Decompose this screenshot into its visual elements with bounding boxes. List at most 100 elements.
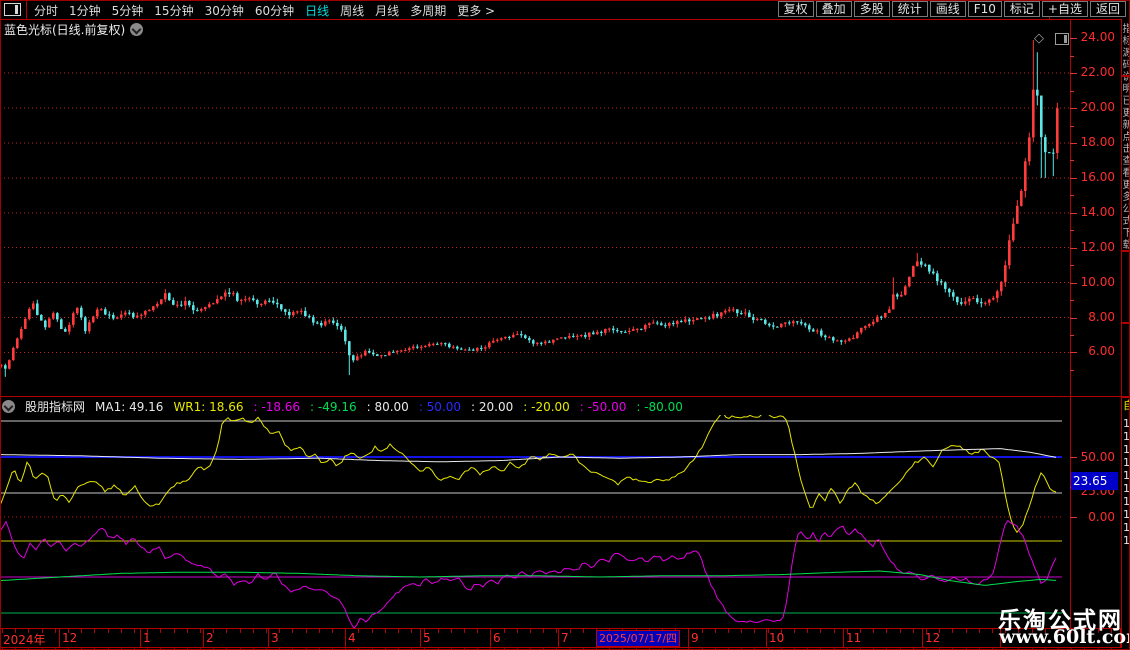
time-minor-tick (385, 629, 386, 633)
toolbar-button-3[interactable]: 统计 (892, 1, 928, 17)
time-minor-tick (913, 629, 914, 633)
time-minor-tick (992, 629, 993, 633)
price-tick (1070, 73, 1077, 74)
window-split-icon[interactable] (4, 3, 21, 16)
month-boundary (843, 629, 844, 647)
indicator-value-5: : 80.00 (367, 400, 409, 414)
toolbar-button-4[interactable]: 画线 (930, 1, 966, 17)
price-label-24.00: 24.00 (1072, 30, 1115, 44)
price-label-8.00: 8.00 (1072, 310, 1115, 324)
cursor-date-badge: 2025/07/17/四 (596, 630, 680, 647)
toolbar-button-6[interactable]: 标记 (1004, 1, 1040, 17)
time-minor-tick (174, 629, 175, 633)
time-minor-tick (253, 629, 254, 633)
period-tab-5[interactable]: 60分钟 (255, 2, 294, 19)
period-tab-10[interactable]: 更多 > (457, 2, 495, 19)
month-boundary (922, 629, 923, 647)
price-tick (1070, 318, 1077, 319)
time-minor-tick (820, 629, 821, 633)
toolbar-button-8[interactable]: 返回 (1090, 1, 1126, 17)
price-tick (1070, 283, 1077, 284)
time-axis[interactable]: 2024年1212345679101112 (0, 629, 1121, 647)
price-label-10.00: 10.00 (1072, 275, 1115, 289)
month-label-1: 1 (143, 631, 151, 645)
indicator-value-8: : -20.00 (523, 400, 570, 414)
period-tab-3[interactable]: 15分钟 (154, 2, 193, 19)
side-panel-badge: 自 (1123, 399, 1130, 412)
indicator-tick (1070, 457, 1077, 458)
price-minor-tick (1070, 91, 1074, 92)
watermark-url: www.60lt.com (999, 626, 1130, 648)
price-tick (1070, 352, 1077, 353)
time-minor-tick (966, 629, 967, 633)
period-tab-2[interactable]: 5分钟 (112, 2, 144, 19)
indicator-value-6: : 50.00 (419, 400, 461, 414)
time-minor-tick (886, 629, 887, 633)
month-boundary (420, 629, 421, 647)
time-minor-tick (794, 629, 795, 633)
time-minor-tick (55, 629, 56, 633)
side-panel-strip: 指标源码说明已更新点击查看更多公式下载 自 1 1 1 1 1 1 1 1 1 … (1121, 19, 1130, 648)
toolbar-button-1[interactable]: 叠加 (816, 1, 852, 17)
time-minor-tick (319, 629, 320, 633)
period-tab-9[interactable]: 多周期 (410, 2, 446, 19)
month-boundary (490, 629, 491, 647)
time-minor-tick (411, 629, 412, 633)
price-label-6.00: 6.00 (1072, 344, 1115, 358)
indicator-collapse-icon[interactable] (2, 400, 15, 413)
price-minor-tick (1070, 335, 1074, 336)
indicator-panel-chart[interactable] (0, 415, 1070, 628)
time-minor-tick (543, 629, 544, 633)
month-boundary (688, 629, 689, 647)
indicator-name: 股朋指标网 (25, 398, 85, 415)
price-label-22.00: 22.00 (1072, 65, 1115, 79)
indicator-tick (1070, 517, 1077, 518)
price-tick (1070, 248, 1077, 249)
month-boundary (203, 629, 204, 647)
time-minor-tick (952, 629, 953, 633)
price-tick (1070, 143, 1077, 144)
month-label-12: 12 (925, 631, 940, 645)
time-minor-tick (583, 629, 584, 633)
time-minor-tick (807, 629, 808, 633)
price-minor-tick (1070, 370, 1074, 371)
period-tab-4[interactable]: 30分钟 (205, 2, 244, 19)
period-tab-8[interactable]: 月线 (375, 2, 399, 19)
price-minor-tick (1070, 56, 1074, 57)
time-minor-tick (160, 629, 161, 633)
period-tabs: 分时 1分钟 5分钟 15分钟 30分钟 60分钟日线周线月线多周期更多 > (34, 2, 495, 19)
toolbar-button-2[interactable]: 多股 (854, 1, 890, 17)
toolbar-button-0[interactable]: 复权 (778, 1, 814, 17)
toolbar-button-5[interactable]: F10 (968, 1, 1002, 17)
price-label-12.00: 12.00 (1072, 240, 1115, 254)
indicator-value-10: : -80.00 (636, 400, 683, 414)
time-minor-tick (834, 629, 835, 633)
time-minor-tick (240, 629, 241, 633)
period-tab-7[interactable]: 周线 (340, 2, 364, 19)
price-tick (1070, 38, 1077, 39)
time-minor-tick (187, 629, 188, 633)
time-minor-tick (570, 629, 571, 633)
time-minor-tick (504, 629, 505, 633)
period-tab-6[interactable]: 日线 (305, 2, 329, 19)
indicator-axis-label-0.00: 0.00 (1072, 510, 1115, 524)
month-boundary (345, 629, 346, 647)
price-minor-tick (1070, 160, 1074, 161)
time-minor-tick (873, 629, 874, 633)
month-label-3: 3 (271, 631, 279, 645)
time-minor-tick (979, 629, 980, 633)
price-tick (1070, 178, 1077, 179)
time-minor-tick (715, 629, 716, 633)
time-minor-tick (266, 629, 267, 633)
month-label-11: 11 (846, 631, 861, 645)
main-candlestick-chart[interactable] (0, 19, 1070, 396)
month-label-4: 4 (348, 631, 356, 645)
month-boundary (59, 629, 60, 647)
period-tab-1[interactable]: 1分钟 (69, 2, 101, 19)
time-minor-tick (108, 629, 109, 633)
time-minor-tick (741, 629, 742, 633)
time-minor-tick (702, 629, 703, 633)
toolbar-button-7[interactable]: +自选 (1042, 1, 1088, 17)
time-minor-tick (438, 629, 439, 633)
period-tab-0[interactable]: 分时 (34, 2, 58, 19)
